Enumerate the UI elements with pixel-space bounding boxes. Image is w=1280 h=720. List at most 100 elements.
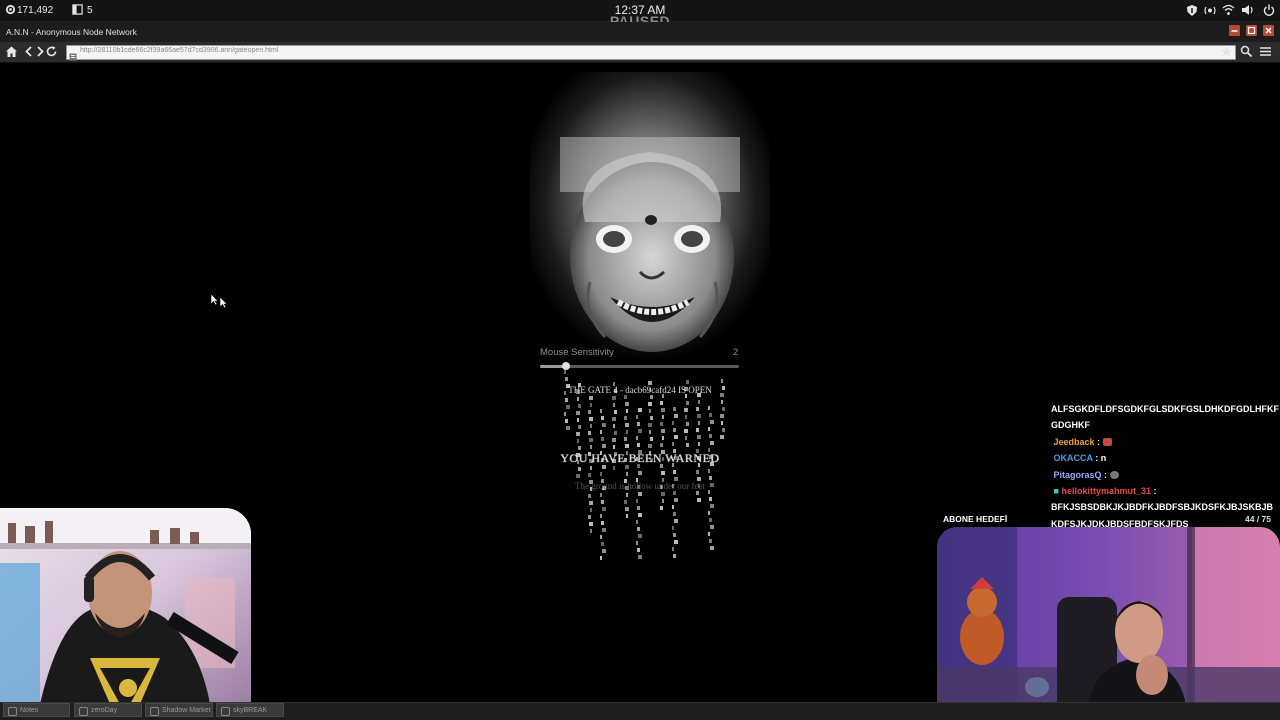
taskbar-item-shadow-market[interactable]: Shadow Market: [145, 703, 213, 717]
glitch-glyph: [612, 438, 616, 442]
close-button[interactable]: [1263, 25, 1274, 36]
maximize-button[interactable]: [1246, 25, 1257, 36]
glitch-glyph: [588, 473, 591, 477]
glitch-glyph: [578, 425, 581, 429]
glitch-glyph: [602, 528, 606, 532]
glitch-glyph: [710, 525, 714, 529]
refresh-icon[interactable]: [45, 45, 58, 58]
sensitivity-slider-thumb[interactable]: [561, 362, 570, 370]
glitch-glyph: [650, 395, 653, 399]
power-icon[interactable]: [1262, 4, 1275, 17]
glitch-glyph: [648, 423, 652, 427]
glitch-glyph: [672, 421, 674, 425]
glitch-glyph: [590, 445, 592, 449]
taskbar-item-zeroday[interactable]: zeroDay: [74, 703, 142, 717]
taskbar-item-skybreak[interactable]: skyBREAK: [216, 703, 284, 717]
glitch-glyph: [661, 492, 665, 496]
chat-message: GDGHKF: [1051, 420, 1090, 431]
glitch-glyph: [589, 438, 593, 442]
glitch-glyph: [602, 444, 606, 448]
shield-icon[interactable]: [1185, 4, 1198, 17]
chat-username: OKACCA: [1053, 453, 1093, 464]
glitch-glyph: [576, 432, 580, 436]
chat-message: PitagorasQ :: [1051, 467, 1280, 483]
glitch-glyph: [722, 428, 725, 432]
glitch-glyph: [636, 520, 638, 524]
shadow-market-icon: [150, 707, 159, 716]
glitch-glyph: [589, 522, 593, 526]
glitch-glyph: [638, 492, 642, 496]
address-bar[interactable]: http://28110b1cde66c2f39a66ae57d7cd3906.…: [66, 45, 1236, 61]
glitch-glyph: [625, 444, 629, 448]
bookmark-star-icon[interactable]: [1220, 45, 1233, 58]
glitch-glyph: [564, 412, 566, 416]
minimize-button[interactable]: [1229, 25, 1240, 36]
glitch-glyph: [685, 415, 687, 419]
zeroday-icon: [79, 707, 88, 716]
taskbar-item-notes[interactable]: Notes: [3, 703, 70, 717]
emote-icon: [1109, 470, 1119, 479]
browser-title-bar: [0, 22, 1280, 42]
glitch-glyph: [589, 396, 593, 400]
search-icon[interactable]: [1240, 45, 1253, 58]
glitch-glyph: [590, 403, 592, 407]
glitch-glyph: [565, 419, 568, 423]
glitch-glyph: [637, 443, 640, 447]
glitch-glyph: [613, 466, 615, 470]
glitch-glyph: [614, 431, 617, 435]
chat-username: Jeedback: [1053, 436, 1095, 447]
glitch-column: [564, 370, 570, 430]
glitch-glyph: [601, 500, 604, 504]
glitch-glyph: [638, 555, 642, 559]
glitch-glyph: [721, 421, 723, 425]
glitch-glyph: [662, 499, 664, 503]
glitch-glyph: [625, 423, 629, 427]
glitch-glyph: [673, 407, 676, 411]
ground-message: The ground is hollow under our feet: [575, 481, 705, 491]
glitch-glyph: [601, 437, 604, 441]
glitch-glyph: [624, 395, 627, 399]
home-icon[interactable]: [5, 45, 18, 58]
glitch-glyph: [674, 414, 678, 418]
gate-open-message: THE GATE 4 - dacb69cafd24 IS OPEN: [568, 385, 712, 395]
menu-icon[interactable]: [1259, 45, 1272, 58]
window-title: A.N.N - Anonymous Node Network: [6, 27, 137, 37]
glitch-glyph: [697, 435, 701, 439]
glitch-glyph: [636, 415, 638, 419]
glitch-glyph: [602, 549, 606, 553]
glitch-glyph: [625, 402, 629, 406]
mouse-cursor-icon: [210, 293, 229, 309]
chat-message: Jeedback :: [1051, 434, 1280, 450]
glitch-glyph: [649, 409, 651, 413]
glitch-glyph: [648, 402, 652, 406]
glitch-glyph: [686, 380, 689, 384]
glitch-glyph: [577, 397, 579, 401]
network-broadcast-icon[interactable]: [1202, 4, 1218, 17]
glitch-glyph: [612, 396, 616, 400]
glitch-column: [708, 406, 714, 550]
glitch-glyph: [708, 406, 710, 410]
glitch-glyph: [674, 498, 678, 502]
glitch-glyph: [578, 467, 581, 471]
glitch-glyph: [698, 442, 700, 446]
glitch-glyph: [637, 548, 640, 552]
glitch-glyph: [588, 410, 591, 414]
glitch-glyph: [565, 398, 568, 402]
glitch-glyph: [650, 437, 653, 441]
glitch-glyph: [710, 546, 714, 550]
webcam-streamer-left: [0, 508, 251, 704]
glitch-glyph: [709, 434, 712, 438]
glitch-glyph: [662, 436, 664, 440]
skybreak-icon: [221, 707, 230, 716]
glitch-glyph: [709, 413, 712, 417]
chat-username: hellokittymahmut_31: [1061, 486, 1151, 497]
glitch-glyph: [673, 470, 676, 474]
glitch-glyph: [722, 407, 725, 411]
glitch-glyph: [576, 474, 580, 478]
sensitivity-label: Mouse Sensitivity: [540, 347, 614, 358]
volume-icon[interactable]: [1241, 4, 1254, 17]
glitch-glyph: [566, 426, 570, 430]
glitch-glyph: [638, 534, 642, 538]
glitch-glyph: [577, 439, 579, 443]
wifi-icon[interactable]: [1222, 4, 1235, 17]
